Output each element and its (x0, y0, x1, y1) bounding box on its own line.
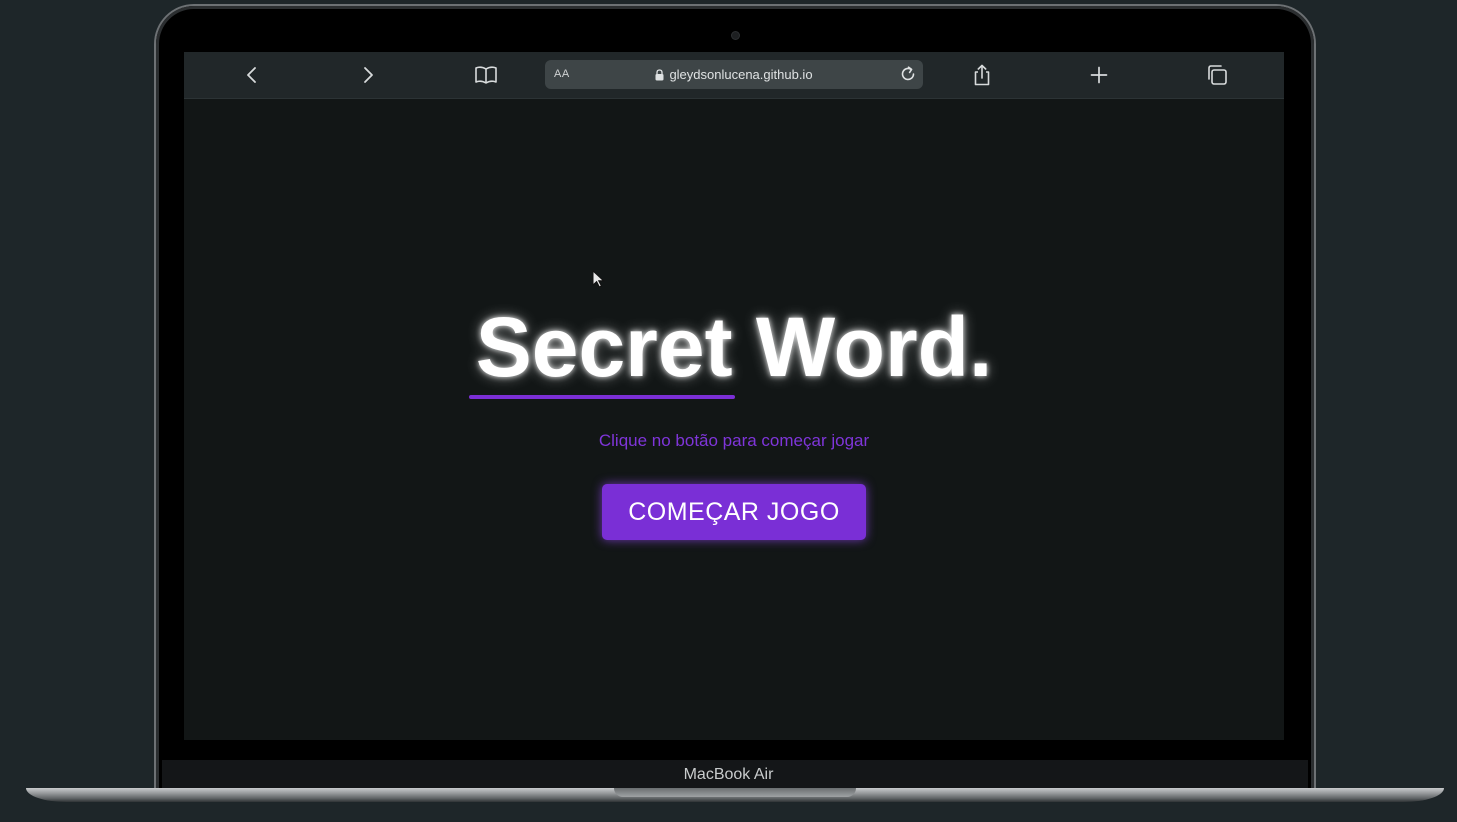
start-game-button[interactable]: COMEÇAR JOGO (602, 484, 866, 540)
back-button[interactable] (237, 60, 267, 90)
mouse-cursor-icon (592, 270, 605, 288)
share-button[interactable] (967, 60, 997, 90)
tabs-overview-button[interactable] (1202, 60, 1232, 90)
reload-icon[interactable] (899, 65, 917, 83)
tabs-icon (1208, 65, 1227, 85)
address-bar[interactable]: AA gleydsonlucena.github.io (545, 60, 923, 89)
url-display: gleydsonlucena.github.io (545, 67, 923, 82)
chevron-left-icon (247, 67, 256, 83)
new-tab-button[interactable] (1084, 60, 1114, 90)
camera-icon (732, 32, 739, 39)
forward-button[interactable] (353, 60, 383, 90)
instruction-text: Clique no botão para começar jogar (598, 431, 870, 450)
share-icon (974, 64, 990, 86)
laptop-screen: AA gleydsonlucena.github.io Secret Word.… (184, 52, 1284, 740)
laptop-notch (614, 788, 856, 797)
plus-icon (1090, 66, 1108, 84)
book-icon (475, 66, 497, 84)
url-text: gleydsonlucena.github.io (669, 67, 813, 82)
stage: AA gleydsonlucena.github.io Secret Word.… (0, 0, 1457, 822)
bookmarks-button[interactable] (471, 60, 501, 90)
title-container: Secret Word. (184, 302, 1284, 392)
device-label: MacBook Air (683, 766, 774, 783)
page-title: Secret Word. (475, 300, 993, 394)
lock-icon (655, 68, 664, 80)
browser-toolbar: AA gleydsonlucena.github.io (184, 52, 1284, 99)
title-underline (469, 395, 735, 399)
chevron-right-icon (364, 67, 373, 83)
